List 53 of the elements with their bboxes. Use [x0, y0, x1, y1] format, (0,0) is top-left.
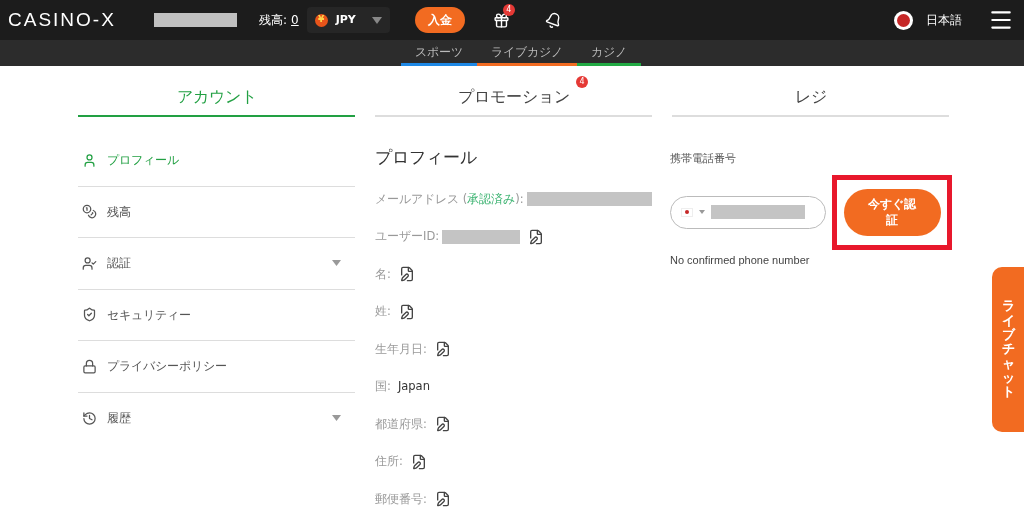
notification-badge: 4	[502, 3, 515, 16]
user-icon	[82, 152, 97, 168]
account-tab[interactable]: アカウント	[78, 78, 355, 117]
sidebar-item[interactable]: 履歴	[78, 392, 355, 444]
field-label: 名:	[375, 265, 391, 283]
account-tab[interactable]: レジ	[672, 78, 949, 117]
sidebar-item[interactable]: 残高	[78, 186, 355, 238]
edit-icon[interactable]	[398, 303, 415, 320]
account-tab[interactable]: プロモーション 4	[375, 78, 652, 117]
sidebar-item[interactable]: 認証	[78, 238, 355, 290]
clock-icon	[82, 410, 97, 426]
field-label: 郵便番号:	[375, 490, 427, 508]
field-label: 住所:	[375, 453, 403, 471]
field-label: 都道府県:	[375, 415, 427, 433]
field-label: 国:	[375, 378, 391, 396]
category-tab[interactable]: スポーツ	[401, 40, 477, 66]
caret-icon[interactable]	[332, 260, 341, 267]
field-value: Japan	[397, 378, 430, 396]
caret-icon[interactable]	[332, 415, 341, 422]
japan-flag-icon	[681, 207, 693, 217]
language-selector[interactable]: 日本語	[926, 11, 962, 29]
shield-icon	[82, 307, 97, 323]
sidebar-item[interactable]: プロフィール	[78, 135, 355, 187]
japan-flag-icon	[894, 10, 913, 30]
category-tab[interactable]: カジノ	[577, 40, 641, 66]
edit-icon[interactable]	[528, 228, 545, 245]
edit-icon[interactable]	[398, 266, 415, 283]
currency-dropdown[interactable]: ¥ JPY	[306, 7, 390, 33]
caret-icon	[371, 16, 382, 24]
field-label: 携帯電話番号	[670, 151, 737, 167]
yen-icon: ¥	[314, 13, 328, 27]
section-title: プロフィール	[375, 146, 478, 169]
phone-status: No confirmed phone number	[670, 252, 811, 268]
edit-icon[interactable]	[434, 341, 451, 358]
logo[interactable]: CASINO-X	[8, 5, 153, 35]
edit-icon[interactable]	[434, 416, 451, 433]
edit-icon[interactable]	[434, 491, 451, 508]
balance-amount[interactable]: 0	[291, 11, 299, 29]
notification-badge: 4	[576, 76, 588, 88]
field-label: 生年月日:	[375, 340, 427, 358]
sidebar-item[interactable]: プライバシーポリシー	[78, 341, 355, 393]
category-tab[interactable]: ライブカジノ	[477, 40, 577, 66]
edit-icon[interactable]	[410, 453, 427, 470]
coins-icon	[82, 204, 97, 220]
caret-icon	[699, 210, 705, 214]
gift-icon[interactable]	[492, 11, 510, 29]
field-label: ユーザーID:	[375, 228, 440, 246]
sidebar-item[interactable]: セキュリティー	[78, 289, 355, 341]
user-check-icon	[82, 255, 97, 271]
lock-icon	[82, 358, 97, 374]
field-label: 姓:	[375, 303, 391, 321]
balance-label: 残高:	[259, 12, 288, 29]
field-label: メールアドレス (承認済み):	[375, 190, 524, 208]
